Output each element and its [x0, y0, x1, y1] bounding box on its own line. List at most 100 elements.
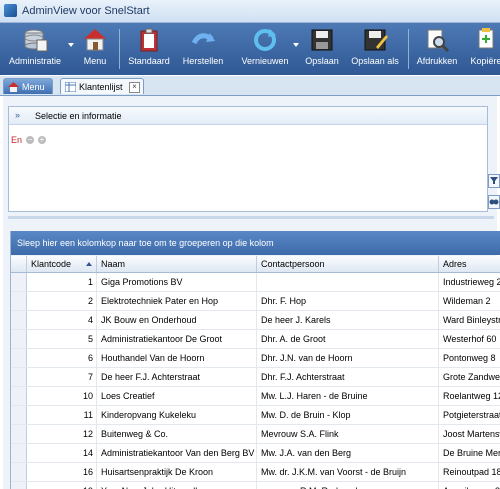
table-row[interactable]: 7 De heer F.J. Achterstraat Dhr. F.J. Acht… — [11, 368, 500, 387]
cell-contactpersoon[interactable]: Mw. dr. J.K.M. van Voorst - de Bruijn — [257, 463, 439, 481]
cell-naam[interactable]: JK Bouw en Onderhoud — [97, 311, 257, 329]
cell-klantcode[interactable]: 2 — [27, 292, 97, 310]
menu-button[interactable]: Menu — [78, 25, 112, 73]
side-tool-button[interactable] — [488, 174, 500, 188]
cell-adres[interactable]: Wildeman 2 — [439, 292, 500, 310]
cell-contactpersoon[interactable] — [257, 273, 439, 291]
kopieren-button[interactable]: Kopiëre — [466, 25, 500, 73]
cell-klantcode[interactable]: 10 — [27, 387, 97, 405]
cell-naam[interactable]: Elektrotechniek Pater en Hop — [97, 292, 257, 310]
customer-grid: Sleep hier een kolomkop naar toe om te g… — [10, 231, 500, 489]
cell-contactpersoon[interactable]: Mevrouw S.A. Flink — [257, 425, 439, 443]
row-indicator — [11, 482, 27, 489]
herstellen-button[interactable]: Herstellen — [180, 25, 226, 73]
opslaan-label: Opslaan — [305, 56, 339, 66]
vernieuwen-label: Vernieuwen — [241, 56, 289, 66]
cell-adres[interactable]: De Bruine Mere — [439, 444, 500, 462]
afdrukken-button[interactable]: Afdrukken — [414, 25, 460, 73]
clipboard-icon — [140, 28, 158, 52]
cell-naam[interactable]: Loes Creatief — [97, 387, 257, 405]
cell-klantcode[interactable]: 5 — [27, 330, 97, 348]
chevron-down-icon[interactable]: » — [15, 110, 20, 120]
table-row[interactable]: 1 Giga Promotions BV Industrieweg 2 — [11, 273, 500, 292]
panel-splitter[interactable] — [8, 216, 494, 219]
cell-adres[interactable]: Westerhof 60 — [439, 330, 500, 348]
vernieuwen-dropdown-arrow[interactable] — [293, 43, 299, 47]
table-row[interactable]: 16 Huisartsenpraktijk De Kroon Mw. dr. J.K… — [11, 463, 500, 482]
cell-contactpersoon[interactable]: Dhr. J.N. van de Hoorn — [257, 349, 439, 367]
table-row[interactable]: 6 Houthandel Van de Hoorn Dhr. J.N. van de… — [11, 349, 500, 368]
cell-adres[interactable]: Reinoutpad 18 — [439, 463, 500, 481]
close-tab-icon[interactable]: × — [129, 82, 140, 93]
cell-klantcode[interactable]: 16 — [27, 463, 97, 481]
cell-contactpersoon[interactable]: Mw. L.J. Haren - de Bruine — [257, 387, 439, 405]
remove-condition-icon[interactable]: − — [26, 136, 34, 144]
afdrukken-label: Afdrukken — [416, 56, 458, 66]
column-header-naam[interactable]: Naam — [97, 256, 257, 272]
opslaan-button[interactable]: Opslaan — [302, 25, 342, 73]
cell-adres[interactable]: Grote Zandweg — [439, 368, 500, 386]
cell-naam[interactable]: Your New Job - Uitzendbureau — [97, 482, 257, 489]
vernieuwen-button[interactable]: Vernieuwen — [238, 25, 292, 73]
column-header-klantcode[interactable]: Klantcode — [27, 256, 97, 272]
cell-contactpersoon[interactable]: De heer J. Karels — [257, 311, 439, 329]
cell-contactpersoon[interactable]: mevrouw R.M. Rademaker — [257, 482, 439, 489]
table-row[interactable]: 4 JK Bouw en Onderhoud De heer J. Karels Wa… — [11, 311, 500, 330]
administratie-dropdown-arrow[interactable] — [68, 43, 74, 47]
cell-adres[interactable]: Amerikaweg 82 — [439, 482, 500, 489]
column-header-adres[interactable]: Adres — [439, 256, 500, 272]
table-row[interactable]: 2 Elektrotechniek Pater en Hop Dhr. F. Hop… — [11, 292, 500, 311]
cell-naam[interactable]: Kinderopvang Kukeleku — [97, 406, 257, 424]
cell-klantcode[interactable]: 1 — [27, 273, 97, 291]
cell-klantcode[interactable]: 11 — [27, 406, 97, 424]
cell-naam[interactable]: Administratiekantoor De Groot — [97, 330, 257, 348]
standaard-button[interactable]: Standaard — [126, 25, 172, 73]
administratie-button[interactable]: Administratie — [4, 25, 66, 73]
cell-naam[interactable]: Buitenweg & Co. — [97, 425, 257, 443]
side-tool-button[interactable] — [488, 195, 500, 209]
cell-adres[interactable]: Joost Martensw — [439, 425, 500, 443]
add-condition-icon[interactable]: + — [38, 136, 46, 144]
cell-contactpersoon[interactable]: Dhr. F.J. Achterstraat — [257, 368, 439, 386]
column-label: Adres — [443, 259, 467, 269]
cell-klantcode[interactable]: 19 — [27, 482, 97, 489]
cell-naam[interactable]: Houthandel Van de Hoorn — [97, 349, 257, 367]
cell-adres[interactable]: Pontonweg 8 — [439, 349, 500, 367]
table-row[interactable]: 5 Administratiekantoor De Groot Dhr. A. de… — [11, 330, 500, 349]
row-indicator — [11, 311, 27, 329]
tab-klantenlijst[interactable]: Klantenlijst × — [60, 78, 144, 94]
table-row[interactable]: 12 Buitenweg & Co. Mevrouw S.A. Flink Joost… — [11, 425, 500, 444]
main-toolbar: Administratie Menu Standaard Herstellen … — [0, 23, 500, 75]
cell-contactpersoon[interactable]: Mw. D. de Bruin - Klop — [257, 406, 439, 424]
cell-klantcode[interactable]: 12 — [27, 425, 97, 443]
cell-naam[interactable]: Huisartsenpraktijk De Kroon — [97, 463, 257, 481]
cell-adres[interactable]: Ward Binleystra — [439, 311, 500, 329]
opslaan-als-button[interactable]: Opslaan als — [348, 25, 402, 73]
cell-adres[interactable]: Industrieweg 2 — [439, 273, 500, 291]
cell-adres[interactable]: Potgieterstraat — [439, 406, 500, 424]
cell-naam[interactable]: Administratiekantoor Van den Berg BV — [97, 444, 257, 462]
table-row[interactable]: 11 Kinderopvang Kukeleku Mw. D. de Bruin -… — [11, 406, 500, 425]
cell-contactpersoon[interactable]: Dhr. A. de Groot — [257, 330, 439, 348]
row-indicator — [11, 368, 27, 386]
table-icon — [65, 82, 76, 92]
binoculars-icon — [489, 199, 499, 205]
cell-klantcode[interactable]: 6 — [27, 349, 97, 367]
filter-operator[interactable]: En — [11, 135, 22, 145]
table-row[interactable]: 19Your New Job - Uitzendbureaumevrouw R.… — [11, 482, 500, 489]
cell-klantcode[interactable]: 7 — [27, 368, 97, 386]
cell-contactpersoon[interactable]: Dhr. F. Hop — [257, 292, 439, 310]
selection-header[interactable]: » Selectie en informatie — [9, 107, 487, 125]
table-row[interactable]: 10 Loes Creatief Mw. L.J. Haren - de Bruin… — [11, 387, 500, 406]
cell-contactpersoon[interactable]: Mw. J.A. van den Berg — [257, 444, 439, 462]
cell-naam[interactable]: De heer F.J. Achterstraat — [97, 368, 257, 386]
cell-klantcode[interactable]: 14 — [27, 444, 97, 462]
column-header-contactpersoon[interactable]: Contactpersoon — [257, 256, 439, 272]
tab-menu[interactable]: Menu — [3, 78, 53, 94]
group-by-area[interactable]: Sleep hier een kolomkop naar toe om te g… — [11, 231, 500, 255]
cell-adres[interactable]: Roelantweg 12 — [439, 387, 500, 405]
table-row[interactable]: 14 Administratiekantoor Van den Berg BV Mw… — [11, 444, 500, 463]
cell-naam[interactable]: Giga Promotions BV — [97, 273, 257, 291]
row-indicator — [11, 330, 27, 348]
cell-klantcode[interactable]: 4 — [27, 311, 97, 329]
